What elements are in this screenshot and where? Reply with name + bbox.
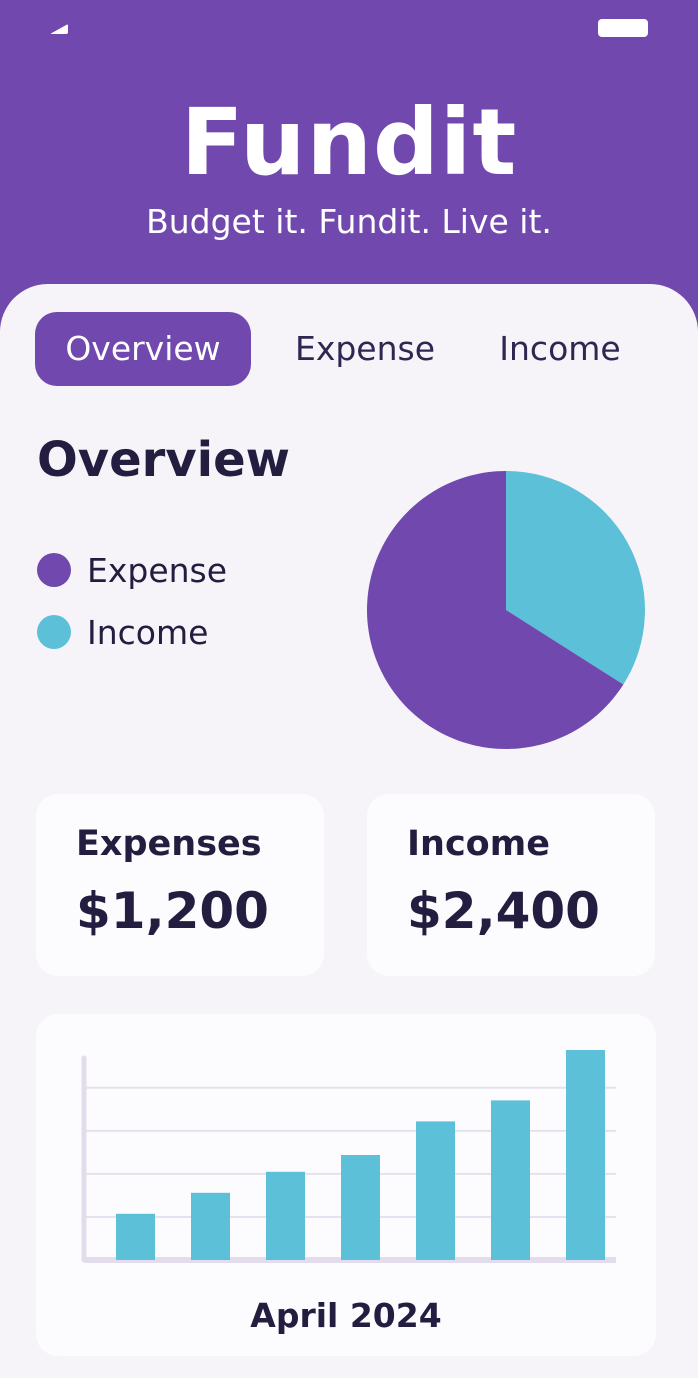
legend-label-expense: Expense [87,550,228,590]
tab-expense[interactable]: Expense [270,312,460,386]
bar-4 [341,1155,380,1260]
bar-6 [491,1100,530,1260]
legend-dot-income [37,615,71,649]
app-tagline: Budget it. Fundit. Live it. [146,202,552,241]
legend-item-expense: Expense [37,550,228,590]
income-card[interactable]: Income $2,400 [367,794,655,976]
chart-caption: April 2024 [250,1296,442,1335]
legend-dot-expense [37,553,71,587]
bar-3 [266,1171,305,1260]
bar-1 [116,1213,155,1260]
monthly-chart-card: April 2024 [36,1014,656,1356]
overview-pie-chart [367,471,645,749]
section-title: Overview [37,432,290,488]
legend-label-income: Income [87,612,209,652]
app-title: Fundit [180,89,518,196]
legend-item-income: Income [37,612,209,652]
expenses-card[interactable]: Expenses $1,200 [36,794,324,976]
tab-overview[interactable]: Overview [35,312,251,386]
expenses-value: $1,200 [76,882,269,940]
bar-5 [416,1121,455,1260]
signal-icon [50,24,68,34]
monthly-bar-chart [81,1050,616,1263]
bar-7 [566,1050,605,1260]
battery-icon [598,19,648,37]
expenses-label: Expenses [76,824,262,864]
income-value: $2,400 [407,882,600,940]
app-header: Fundit Budget it. Fundit. Live it. [0,0,698,330]
bar-2 [191,1192,230,1260]
income-label: Income [407,824,550,864]
tab-income[interactable]: Income [480,312,640,386]
